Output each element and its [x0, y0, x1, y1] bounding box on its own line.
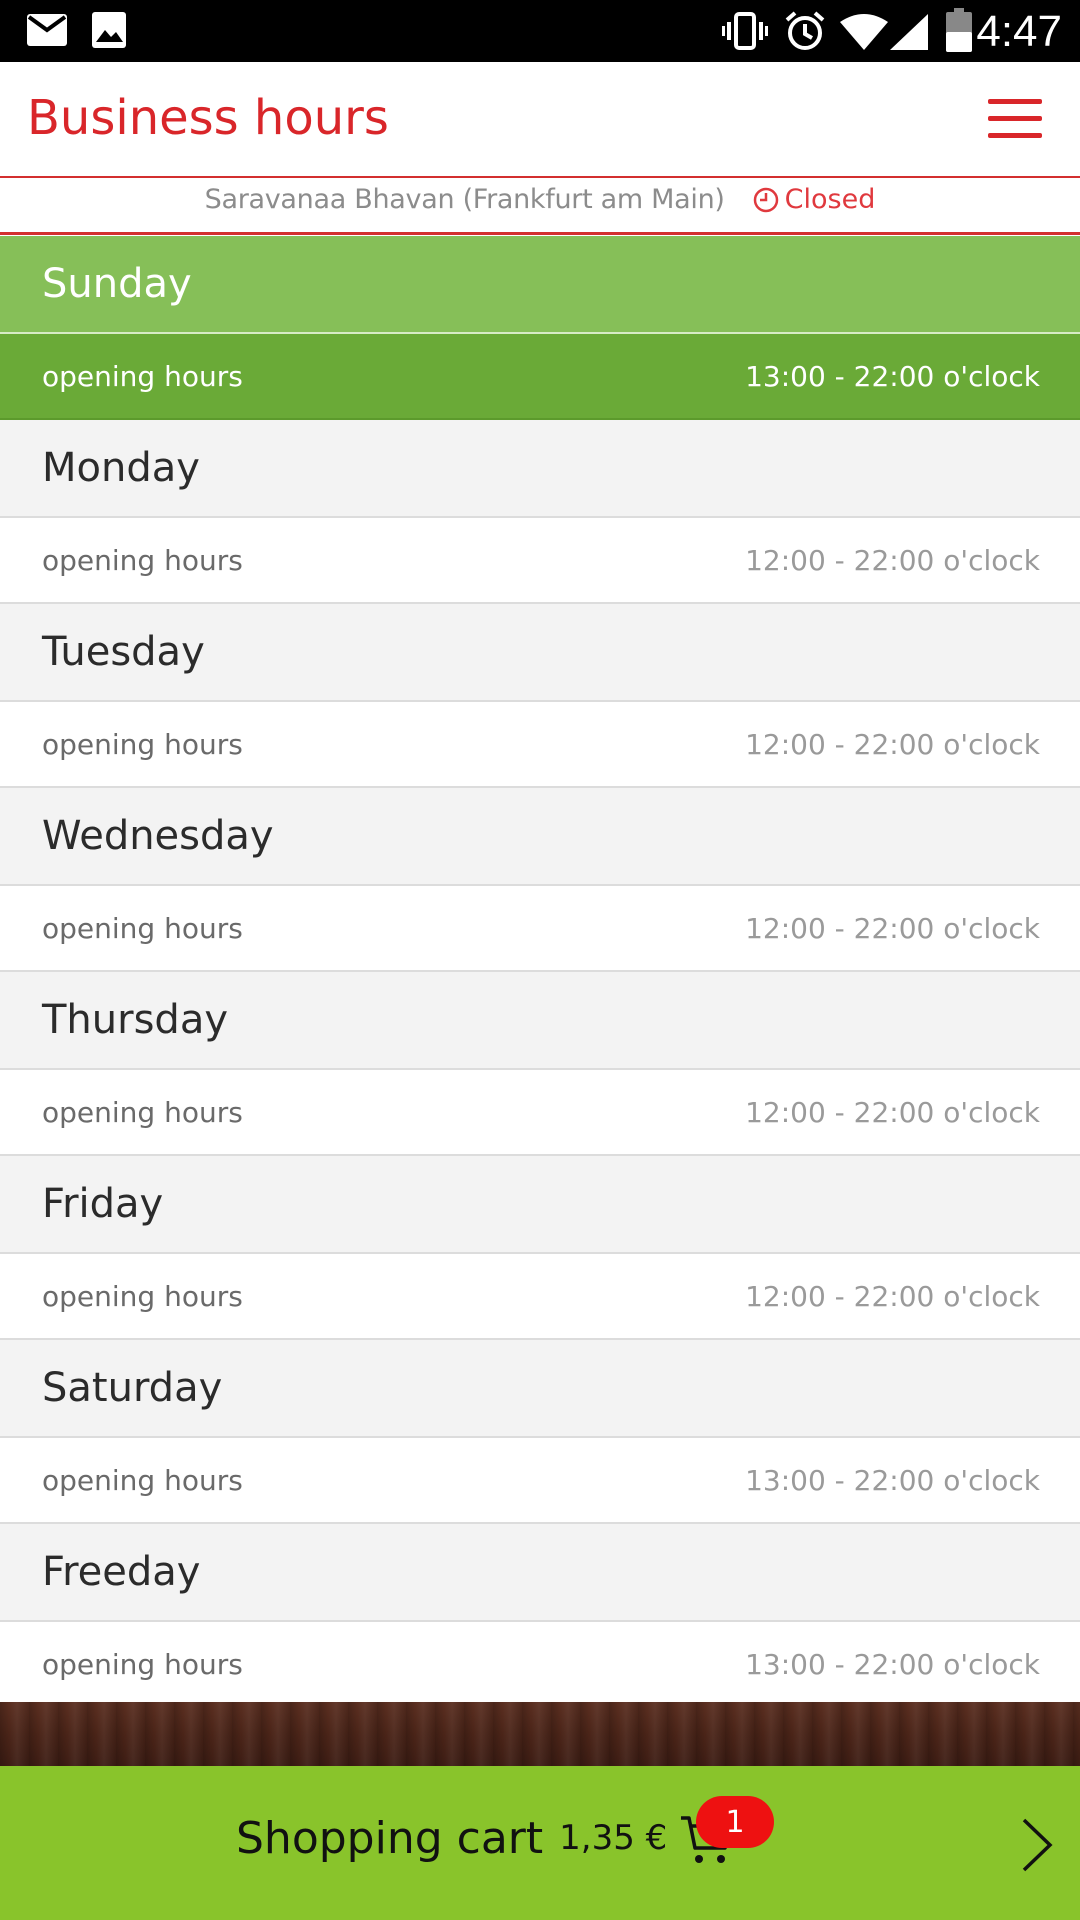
opening-hours-label: opening hours	[42, 1463, 243, 1497]
opening-hours-row: opening hours 12:00 - 22:00 o'clock	[0, 1254, 1080, 1340]
store-info-bar: Saravanaa Bhavan (Frankfurt am Main) Clo…	[0, 178, 1080, 235]
status-bar: 4:47	[0, 0, 1080, 62]
opening-hours-time: 12:00 - 22:00 o'clock	[745, 727, 1040, 761]
cart-count-badge: 1	[696, 1796, 774, 1848]
cart-summary[interactable]: Shopping cart 1,35 €	[236, 1810, 735, 1866]
background-wood-texture	[0, 1702, 1080, 1766]
day-header: Friday	[0, 1156, 1080, 1254]
opening-hours-row: opening hours 13:00 - 22:00 o'clock	[0, 1622, 1080, 1708]
opening-hours-label: opening hours	[42, 1279, 243, 1313]
opening-hours-time: 12:00 - 22:00 o'clock	[745, 911, 1040, 945]
day-section-sunday: Sunday opening hours 13:00 - 22:00 o'clo…	[0, 236, 1080, 420]
chevron-right-icon[interactable]	[1020, 1816, 1054, 1878]
signal-icon	[890, 14, 928, 54]
day-section-thursday: Thursday opening hours 12:00 - 22:00 o'c…	[0, 972, 1080, 1156]
opening-hours-row: opening hours 12:00 - 22:00 o'clock	[0, 886, 1080, 972]
store-status-text: Closed	[784, 184, 876, 215]
opening-hours-label: opening hours	[42, 1095, 243, 1129]
hamburger-menu-icon[interactable]	[988, 97, 1042, 141]
store-name: Saravanaa Bhavan (Frankfurt am Main)	[204, 184, 725, 215]
day-header: Tuesday	[0, 604, 1080, 702]
vibrate-icon	[722, 12, 768, 54]
opening-hours-label: opening hours	[42, 543, 243, 577]
status-badge: Closed	[753, 184, 876, 215]
day-section-friday: Friday opening hours 12:00 - 22:00 o'clo…	[0, 1156, 1080, 1340]
day-header: Wednesday	[0, 788, 1080, 886]
day-header: Monday	[0, 420, 1080, 518]
battery-icon	[946, 8, 972, 56]
mail-icon	[27, 14, 67, 50]
app-header: Business hours	[0, 62, 1080, 178]
opening-hours-time: 12:00 - 22:00 o'clock	[745, 1279, 1040, 1313]
shopping-cart-bar[interactable]: Shopping cart 1,35 € 1	[0, 1766, 1080, 1920]
opening-hours-label: opening hours	[42, 359, 243, 393]
opening-hours-time: 12:00 - 22:00 o'clock	[745, 543, 1040, 577]
day-section-wednesday: Wednesday opening hours 12:00 - 22:00 o'…	[0, 788, 1080, 972]
day-header: Saturday	[0, 1340, 1080, 1438]
opening-hours-time: 12:00 - 22:00 o'clock	[745, 1095, 1040, 1129]
day-section-saturday: Saturday opening hours 13:00 - 22:00 o'c…	[0, 1340, 1080, 1524]
day-section-monday: Monday opening hours 12:00 - 22:00 o'clo…	[0, 420, 1080, 604]
opening-hours-row: opening hours 13:00 - 22:00 o'clock	[0, 1438, 1080, 1524]
cart-total: 1,35 €	[559, 1818, 668, 1858]
opening-hours-time: 13:00 - 22:00 o'clock	[745, 1463, 1040, 1497]
opening-hours-row: opening hours 12:00 - 22:00 o'clock	[0, 1070, 1080, 1156]
alarm-icon	[784, 10, 826, 56]
day-section-freeday: Freeday opening hours 13:00 - 22:00 o'cl…	[0, 1524, 1080, 1708]
cart-label: Shopping cart	[236, 1812, 544, 1864]
opening-hours-row: opening hours 12:00 - 22:00 o'clock	[0, 518, 1080, 604]
image-icon	[92, 12, 126, 52]
opening-hours-label: opening hours	[42, 911, 243, 945]
clock-icon	[753, 187, 778, 212]
wifi-icon	[840, 14, 888, 54]
day-section-tuesday: Tuesday opening hours 12:00 - 22:00 o'cl…	[0, 604, 1080, 788]
day-header: Thursday	[0, 972, 1080, 1070]
opening-hours-time: 13:00 - 22:00 o'clock	[745, 1647, 1040, 1681]
opening-hours-label: opening hours	[42, 1647, 243, 1681]
opening-hours-time: 13:00 - 22:00 o'clock	[745, 359, 1040, 393]
opening-hours-row: opening hours 12:00 - 22:00 o'clock	[0, 702, 1080, 788]
page-title: Business hours	[27, 90, 389, 146]
opening-hours-row: opening hours 13:00 - 22:00 o'clock	[0, 334, 1080, 420]
opening-hours-label: opening hours	[42, 727, 243, 761]
day-header: Freeday	[0, 1524, 1080, 1622]
business-hours-list: Sunday opening hours 13:00 - 22:00 o'clo…	[0, 236, 1080, 1708]
day-header: Sunday	[0, 236, 1080, 334]
clock-time: 4:47	[976, 7, 1062, 56]
